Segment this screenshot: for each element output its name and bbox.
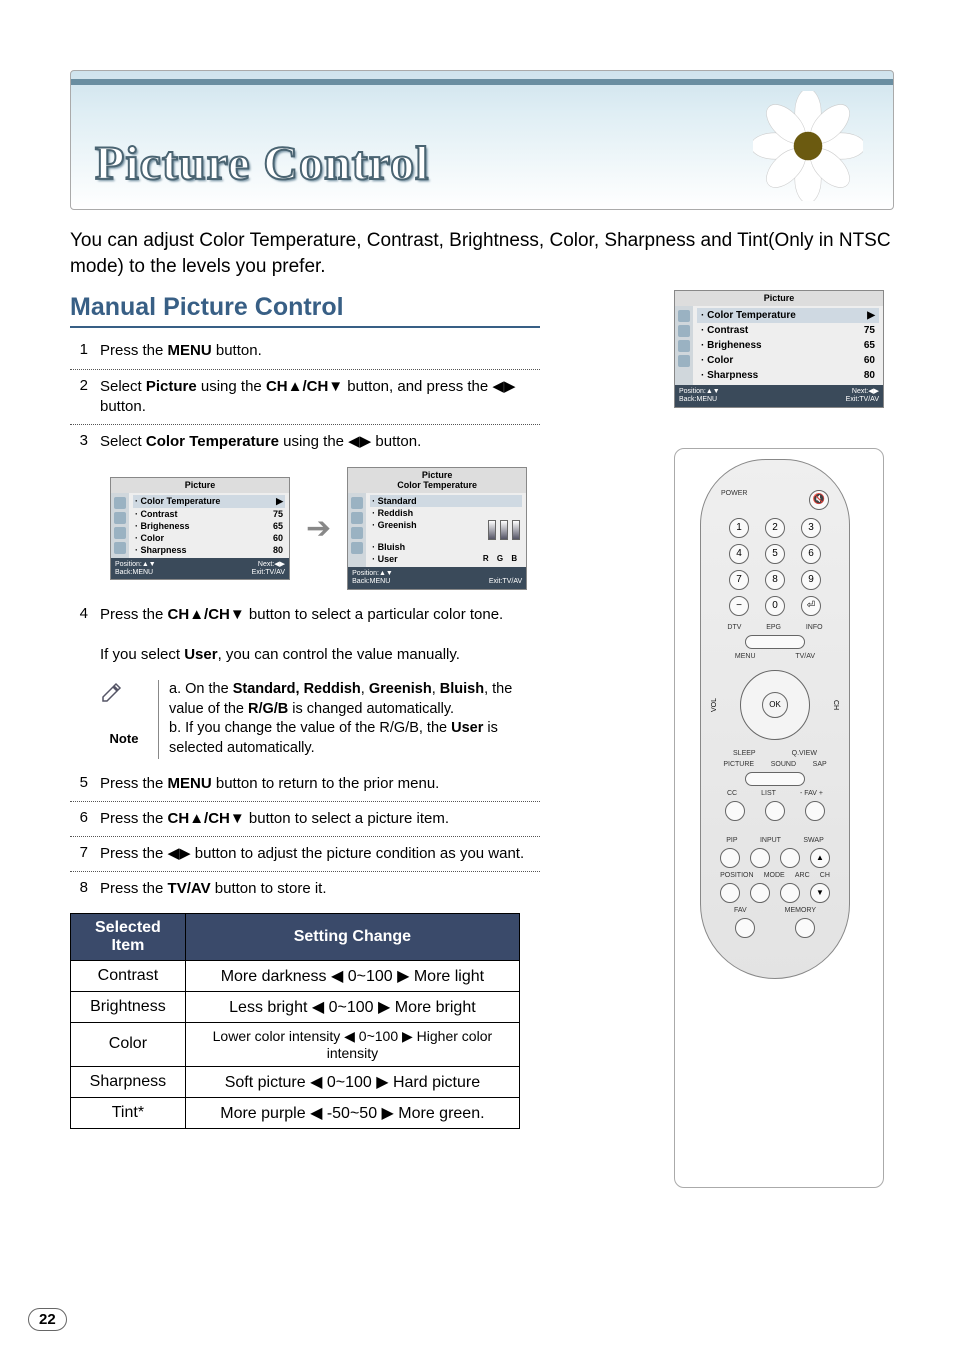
table-row: Tint*More purple ◀ -50~50 ▶ More green. <box>71 1097 520 1128</box>
page-title: Picture Control <box>95 136 430 191</box>
table-row: ColorLower color intensity ◀ 0~100 ▶ Hig… <box>71 1022 520 1066</box>
key-0[interactable]: 0 <box>765 596 785 616</box>
flower-icon <box>753 91 863 201</box>
step-8: 8 Press the TV/AV button to store it. <box>70 874 540 904</box>
step-6: 6 Press the CH▲/CH▼ button to select a p… <box>70 804 540 834</box>
key-7[interactable]: 7 <box>729 570 749 590</box>
table-row: BrightnessLess bright ◀ 0~100 ▶ More bri… <box>71 991 520 1022</box>
key-enter[interactable]: ⏎ <box>801 596 821 616</box>
osd-color-temperature: PictureColor Temperature · Standard · Re… <box>347 467 527 589</box>
osd-picture-small: Picture · Color Temperature▶ · Contrast7… <box>110 477 290 581</box>
key-8[interactable]: 8 <box>765 570 785 590</box>
remote-graphic: POWER 🔇 1 2 3 4 5 6 7 8 9 − 0 ⏎ <box>674 448 884 1188</box>
step-2: 2 Select Picture using the CH▲/CH▼ butto… <box>70 372 540 423</box>
table-row: ContrastMore darkness ◀ 0~100 ▶ More lig… <box>71 960 520 991</box>
section-heading: Manual Picture Control <box>70 293 540 328</box>
step-1: 1 Press the MENU button. <box>70 336 540 366</box>
nav-ring[interactable]: OK <box>740 670 810 740</box>
key-5[interactable]: 5 <box>765 544 785 564</box>
settings-table: Selected ItemSetting Change ContrastMore… <box>70 913 520 1129</box>
step-7: 7 Press the ◀▶ button to adjust the pict… <box>70 839 540 869</box>
arrow-right-icon: ➔ <box>306 511 331 546</box>
key-9[interactable]: 9 <box>801 570 821 590</box>
osd-picture-large: Picture · Color Temperature▶ · Contrast7… <box>674 290 884 408</box>
key-2[interactable]: 2 <box>765 518 785 538</box>
note-box: Note a. On the Standard, Reddish, Greeni… <box>100 680 540 758</box>
key-dash[interactable]: − <box>729 596 749 616</box>
step-3: 3 Select Color Temperature using the ◀▶ … <box>70 427 540 457</box>
key-3[interactable]: 3 <box>801 518 821 538</box>
key-1[interactable]: 1 <box>729 518 749 538</box>
mute-button[interactable]: 🔇 <box>809 490 829 510</box>
note-pencil-icon <box>100 680 124 704</box>
key-4[interactable]: 4 <box>729 544 749 564</box>
page-banner: Picture Control <box>70 70 894 210</box>
key-6[interactable]: 6 <box>801 544 821 564</box>
ok-button[interactable]: OK <box>762 692 788 718</box>
step-5: 5 Press the MENU button to return to the… <box>70 769 540 799</box>
step-4: 4 Press the CH▲/CH▼ button to select a p… <box>70 600 540 671</box>
page-number: 22 <box>28 1308 67 1331</box>
table-row: SharpnessSoft picture ◀ 0~100 ▶ Hard pic… <box>71 1066 520 1097</box>
intro-text: You can adjust Color Temperature, Contra… <box>70 228 894 279</box>
